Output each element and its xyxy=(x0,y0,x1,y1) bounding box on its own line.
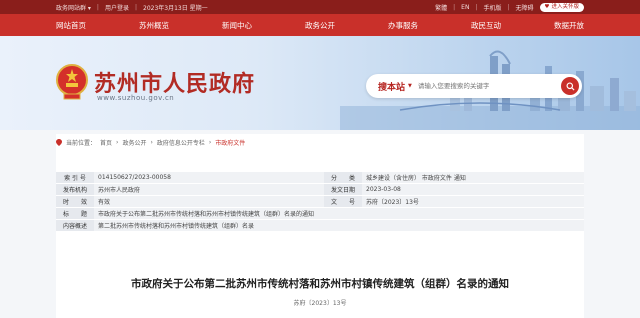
meta-key: 内容概述 xyxy=(56,220,94,231)
main-nav: 网站首页 苏州概览 新闻中心 政务公开 办事服务 政民互动 数据开放 xyxy=(0,14,640,36)
article-panel: 当前位置： 首页 › 政务公开 › 政府信息公开专栏 › 市政府文件 索 引 号 01… xyxy=(56,134,584,318)
location-pin-icon xyxy=(56,139,62,146)
english-link[interactable]: EN xyxy=(461,4,469,11)
meta-key: 文 号 xyxy=(324,196,362,207)
nav-item-news[interactable]: 新闻中心 xyxy=(222,20,252,31)
current-date: 2023年3月13日 星期一 xyxy=(143,4,208,12)
top-bar: 政务网站群 ▾ | 用户登录 | 2023年3月13日 星期一 繁體 | EN … xyxy=(0,0,640,14)
site-url: www.suzhou.gov.cn xyxy=(97,94,175,102)
search-button[interactable] xyxy=(561,77,579,95)
breadcrumb-current[interactable]: 市政府文件 xyxy=(215,138,245,147)
meta-value-validity: 有效 xyxy=(98,199,111,206)
meta-key: 发布机构 xyxy=(56,184,94,195)
meta-value-class: 城乡建设（含住房） 市政府文件 通知 xyxy=(366,175,466,182)
document-number: 苏府〔2023〕13号 xyxy=(293,300,347,307)
meta-value-doc-number: 苏府〔2023〕13号 xyxy=(366,199,419,206)
meta-key: 标 题 xyxy=(56,208,94,219)
nav-item-government-affairs[interactable]: 政务公开 xyxy=(305,20,335,31)
meta-value-issuer: 苏州市人民政府 xyxy=(98,187,141,194)
nav-item-interaction[interactable]: 政民互动 xyxy=(471,20,501,31)
meta-row: 时 效 有效 文 号 苏府〔2023〕13号 xyxy=(56,196,584,208)
breadcrumb-info-column[interactable]: 政府信息公开专栏 xyxy=(157,138,205,147)
nav-item-open-data[interactable]: 数据开放 xyxy=(554,20,584,31)
meta-row: 索 引 号 014150627/2023-00058 分 类 城乡建设（含住房）… xyxy=(56,172,584,184)
breadcrumb-home[interactable]: 首页 xyxy=(100,138,112,147)
meta-row: 内容概述 第二批苏州市传统村落和苏州市村镇传统建筑（组群）名录 xyxy=(56,220,584,232)
search-icon xyxy=(565,81,575,91)
care-mode-label: 进入关怀版 xyxy=(551,3,579,10)
mobile-version-link[interactable]: 手机版 xyxy=(483,3,501,12)
chevron-down-icon: ▼ xyxy=(408,83,412,89)
meta-value-index: 014150627/2023-00058 xyxy=(98,174,171,181)
nav-item-overview[interactable]: 苏州概览 xyxy=(139,20,169,31)
meta-value-date: 2023-03-08 xyxy=(366,186,401,193)
meta-row: 发布机构 苏州市人民政府 发文日期 2023-03-08 xyxy=(56,184,584,196)
accessibility-link[interactable]: 无障碍 xyxy=(516,3,534,12)
meta-key: 发文日期 xyxy=(324,184,362,195)
meta-key: 时 效 xyxy=(56,196,94,207)
user-login-link[interactable]: 用户登录 xyxy=(105,3,129,12)
site-search-bar: 搜本站 ▼ xyxy=(366,74,582,98)
meta-row: 标 题 市政府关于公布第二批苏州市传统村落和苏州市村镇传统建筑（组群）名录的通知 xyxy=(56,208,584,220)
breadcrumb-government-affairs[interactable]: 政务公开 xyxy=(122,138,146,147)
meta-value-title: 市政府关于公布第二批苏州市传统村落和苏州市村镇传统建筑（组群）名录的通知 xyxy=(98,211,315,218)
document-meta-table: 索 引 号 014150627/2023-00058 分 类 城乡建设（含住房）… xyxy=(56,172,584,232)
traditional-chinese-link[interactable]: 繁體 xyxy=(435,3,447,12)
nav-item-services[interactable]: 办事服务 xyxy=(388,20,418,31)
search-scope-label: 搜本站 xyxy=(378,82,406,93)
national-emblem-icon xyxy=(56,64,88,100)
site-group-switch[interactable]: 政务网站群 ▾ xyxy=(56,3,91,12)
search-scope-selector[interactable]: 搜本站 ▼ xyxy=(366,80,418,93)
document-title: 市政府关于公布第二批苏州市传统村落和苏州市村镇传统建筑（组群）名录的通知 xyxy=(131,278,509,290)
heart-icon: ♥ xyxy=(544,3,550,10)
breadcrumb-prefix: 当前位置： xyxy=(66,140,97,147)
meta-value-summary: 第二批苏州市传统村落和苏州市村镇传统建筑（组群）名录 xyxy=(98,223,255,230)
search-input[interactable] xyxy=(417,82,561,90)
meta-key: 索 引 号 xyxy=(56,172,94,183)
nav-item-home[interactable]: 网站首页 xyxy=(56,20,86,31)
care-mode-button[interactable]: ♥ 进入关怀版 xyxy=(539,2,584,12)
breadcrumb: 当前位置： 首页 › 政务公开 › 政府信息公开专栏 › 市政府文件 xyxy=(56,138,245,147)
meta-key: 分 类 xyxy=(324,172,362,183)
